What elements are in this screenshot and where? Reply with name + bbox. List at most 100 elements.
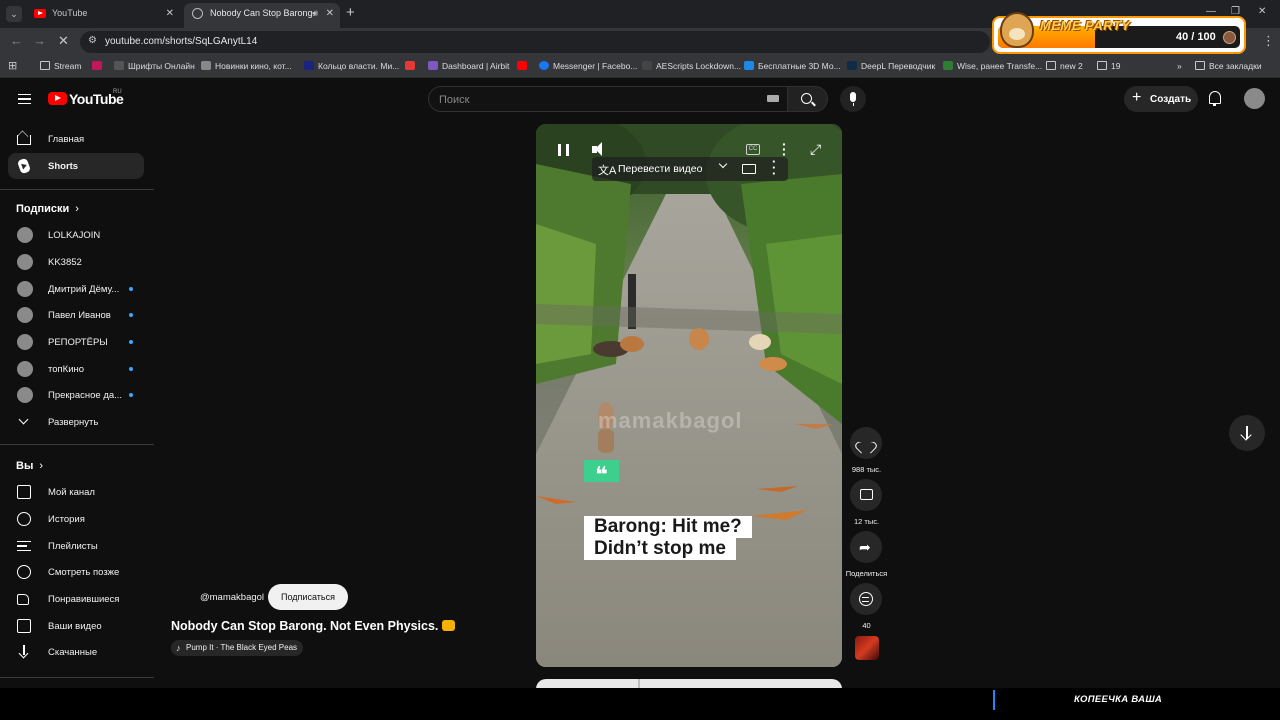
bookmark-item[interactable]: Stream [40,61,81,71]
more-options-icon[interactable]: · · · [772,155,776,180]
translate-video-bar[interactable]: 文A Перевести видео · · · [592,155,788,181]
apps-grid-icon[interactable]: ⊞ [8,59,17,72]
new-content-dot [129,367,133,371]
divider [0,189,154,190]
close-window-icon[interactable]: ✕ [1258,6,1266,17]
shorts-player[interactable]: CC · · · ⤢ 文A Перевести видео · · · mamakbag… [536,124,842,667]
fullscreen-icon[interactable]: ⤢ [810,142,824,156]
sidebar-item-playlists[interactable]: Плейлисты [8,533,144,559]
sidebar-item-subscription[interactable]: Дмитрий Дёму... [8,276,144,302]
keyboard-icon[interactable] [767,95,779,102]
region-code: RU [113,89,122,95]
create-button[interactable]: + Создать [1124,86,1198,112]
coin-icon [1223,31,1236,44]
sidebar-item-liked[interactable]: Понравившиеся [8,586,144,612]
bookmark-item[interactable]: Новинки кино, кот... [201,61,292,71]
close-tab-icon[interactable]: ✕ [326,3,334,24]
back-icon[interactable]: ← [10,33,23,48]
bookmark-item[interactable]: Dashboard | Airbit [428,61,509,71]
close-tab-icon[interactable]: ✕ [166,3,174,24]
home-icon [17,135,31,145]
search-input[interactable] [439,91,759,108]
bookmark-item[interactable]: Messenger | Facebo... [539,61,637,71]
sidebar-item-subscription[interactable]: топКино [8,356,144,382]
sidebar-item-expand[interactable]: Развернуть [8,409,144,435]
sound-thumbnail[interactable] [855,636,879,660]
all-bookmarks[interactable]: Все закладки [1195,61,1262,71]
bookmarks-overflow-icon[interactable]: » [1177,61,1182,71]
volume-icon[interactable] [592,142,609,157]
subscribe-button[interactable]: Подписаться [268,584,348,610]
bookmark-item[interactable]: Бесплатные 3D Мо... [744,61,841,71]
remix-button[interactable] [850,583,882,615]
new-content-dot [129,313,133,317]
comment-action: 12 тыс. [850,479,883,526]
divider [0,677,154,678]
new-content-dot [129,340,133,344]
sidebar-item-subscription[interactable]: Павел Иванов [8,302,144,328]
sidebar-item-subscription[interactable]: LOLKAJOIN [8,222,144,248]
tab-shorts-video[interactable]: Nobody Can Stop Barong. 🔊︎ ✕ [184,3,340,28]
stop-loading-icon[interactable]: ✕ [58,33,69,49]
sidebar-item-shorts[interactable]: Shorts [8,153,144,179]
bookmark-icon-only[interactable] [92,61,102,72]
video-frame [536,124,842,667]
next-video-button[interactable] [1229,415,1265,451]
menu-icon[interactable] [18,94,31,104]
bookmark-item[interactable]: new 2 [1046,61,1083,71]
channel-handle[interactable]: @mamakbagol [200,592,264,603]
new-tab-button[interactable]: + [346,4,355,21]
music-chip[interactable]: ♪ Pump It · The Black Eyed Peas [171,640,304,656]
channel-icon [17,485,31,499]
tab-youtube[interactable]: YouTube ✕ [26,3,180,28]
bookmark-icon-only[interactable] [405,61,415,72]
subtitles-icon[interactable] [742,164,756,174]
search-button[interactable] [788,86,828,112]
like-button[interactable] [850,427,882,459]
chevron-down-icon[interactable] [718,159,728,169]
tab-audio-icon[interactable]: 🔊︎ [312,3,318,24]
site-info-icon[interactable]: ⚙ [88,35,97,46]
translate-label: Перевести видео [618,163,703,175]
pause-icon[interactable] [558,144,569,156]
bookmark-item[interactable]: Wise, ранее Transfe... [943,61,1042,71]
sidebar-item-downloads[interactable]: Скачанные [8,639,144,665]
bookmark-item[interactable]: Кольцо власти. Ми... [304,61,399,71]
voice-search-icon[interactable] [840,86,866,112]
channel-avatar [17,281,33,297]
caption-line: Barong: Hit me? [584,516,752,538]
comment-icon [860,489,873,500]
bookmark-item[interactable]: DeepL Переводчик [847,61,935,71]
tab-search-button[interactable]: ⌄ [6,6,22,22]
sidebar-item-subscription[interactable]: Прекрасное да... [8,382,144,408]
channel-avatar [17,361,33,377]
sidebar-item-subscription[interactable]: РЕПОРТЁРЫ [8,329,144,355]
you-heading[interactable]: Вы › [16,460,43,472]
sidebar-item-your-videos[interactable]: Ваши видео [8,613,144,639]
notifications-icon[interactable] [1209,91,1221,106]
url-text[interactable]: youtube.com/shorts/SqLGAnytL14 [105,36,257,47]
sidebar-item-history[interactable]: История [8,506,144,532]
sidebar-item-subscription[interactable]: KK3852 [8,249,144,275]
sidebar-item-watch-later[interactable]: Смотреть позже [8,559,144,585]
youtube-logo-icon[interactable] [48,92,67,105]
bookmark-item[interactable]: 19 [1097,61,1120,71]
your-videos-icon [17,619,31,633]
watch-later-icon [17,565,31,579]
bookmark-item[interactable]: AEScripts Lockdown... [642,61,741,71]
omnibox[interactable]: ⚙ youtube.com/shorts/SqLGAnytL14 [80,31,990,53]
bookmark-item[interactable]: Шрифты Онлайн [114,61,195,71]
comment-button[interactable] [850,479,882,511]
browser-menu-icon[interactable]: ⋮ [1262,33,1275,49]
share-button[interactable]: ➦ [850,531,882,563]
bookmark-icon-only[interactable] [517,61,527,72]
site-icon [642,61,652,70]
forward-icon[interactable]: → [33,33,46,48]
sidebar-item-my-channel[interactable]: Мой канал [8,479,144,505]
sidebar-item-home[interactable]: Главная [8,126,144,152]
captions-icon[interactable]: CC [746,144,760,155]
more-options-icon[interactable]: · · · [782,137,787,161]
avatar[interactable] [1244,88,1265,109]
subscriptions-heading[interactable]: Подписки › [16,203,79,215]
chevron-right-icon: › [75,203,79,215]
